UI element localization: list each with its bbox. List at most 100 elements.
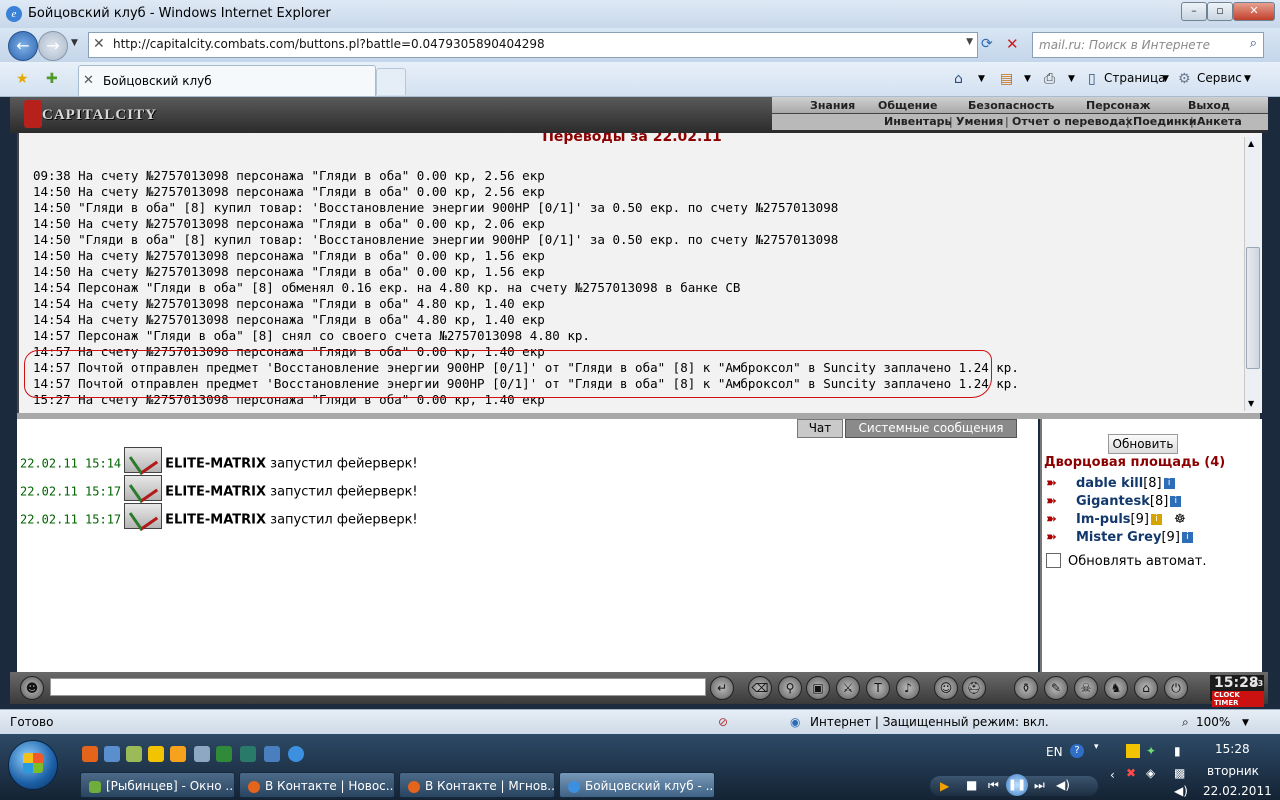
taskbar-item[interactable]: [Рыбинцев] - Окно ... <box>80 772 235 798</box>
save-icon[interactable]: ▣ <box>806 676 830 700</box>
media-stop-icon[interactable]: ■ <box>966 778 977 792</box>
back-button[interactable]: ← <box>8 31 38 61</box>
favorites-star-icon[interactable]: ★ <box>16 71 29 87</box>
popup-blocker-icon[interactable]: ⊘ <box>718 715 728 729</box>
chat-user[interactable]: ELITE-MATRIX <box>165 513 266 528</box>
media-next-icon[interactable]: ⏭ <box>1034 778 1045 793</box>
clear-icon[interactable]: ⌫ <box>748 676 772 700</box>
feeds-icon[interactable]: ▤ <box>1000 71 1013 87</box>
tray-alert-icon[interactable]: ✖ <box>1126 766 1136 780</box>
media-pause-icon[interactable]: ❚❚ <box>1006 774 1028 796</box>
scroll-icon[interactable]: ✎ <box>1044 676 1068 700</box>
auto-refresh-checkbox[interactable] <box>1046 553 1061 568</box>
player-name[interactable]: Im-puls <box>1076 512 1131 527</box>
excel-quicklaunch-icon[interactable] <box>216 746 232 762</box>
private-message-icon[interactable]: ➽ <box>1046 494 1066 509</box>
home-icon[interactable]: ⌂ <box>954 71 963 87</box>
history-dropdown-icon[interactable]: ▼ <box>71 38 78 48</box>
app-quicklaunch-icon[interactable] <box>240 746 256 762</box>
close-button[interactable]: ✕ <box>1233 2 1275 21</box>
menu-character[interactable]: Персонаж <box>1086 99 1151 112</box>
home-game-icon[interactable]: ⌂ <box>1134 676 1158 700</box>
chat-input[interactable] <box>50 678 706 696</box>
search-box[interactable]: mail.ru: Поиск в Интернете ⌕ <box>1032 32 1264 58</box>
sound-icon[interactable]: ♪ <box>896 676 920 700</box>
bag-icon[interactable]: ⚱ <box>1014 676 1038 700</box>
taskbar-item[interactable]: В Контакте | Новос... <box>239 772 395 798</box>
desktop-quicklaunch-icon[interactable] <box>104 746 120 762</box>
filter-icon[interactable]: ⚲ <box>778 676 802 700</box>
mask-icon[interactable]: ☠ <box>1074 676 1098 700</box>
scroll-up-icon[interactable]: ▲ <box>1248 139 1254 148</box>
submenu-transfer-report[interactable]: Отчет о переводах <box>1012 115 1133 128</box>
tab-system-messages[interactable]: Системные сообщения <box>845 419 1017 438</box>
private-message-icon[interactable]: ➽ <box>1046 530 1066 545</box>
send-icon[interactable]: ↵ <box>710 676 734 700</box>
search-placeholder[interactable]: mail.ru: Поиск в Интернете <box>1039 38 1210 52</box>
network-quicklaunch-icon[interactable] <box>126 746 142 762</box>
chat-user[interactable]: ELITE-MATRIX <box>165 457 266 472</box>
minimize-button[interactable]: – <box>1181 2 1207 21</box>
media-quicklaunch-icon[interactable] <box>170 746 186 762</box>
info-icon[interactable]: i <box>1170 496 1182 507</box>
media-prev-icon[interactable]: ⏮ <box>988 778 999 793</box>
tray-date[interactable]: 22.02.2011 <box>1203 784 1272 798</box>
page-dropdown-icon[interactable]: ▼ <box>1162 74 1169 84</box>
helmet-icon[interactable]: ⛑ <box>962 676 986 700</box>
service-menu[interactable]: Сервис <box>1197 71 1242 85</box>
exit-icon[interactable]: ⏻ <box>1164 676 1188 700</box>
tab-active[interactable]: ✕ Бойцовский клуб <box>78 65 376 96</box>
info-icon[interactable]: i <box>1181 532 1193 543</box>
player-name[interactable]: Mister Grey <box>1076 530 1161 545</box>
player-name[interactable]: Gigantesk <box>1076 494 1150 509</box>
submenu-inventory[interactable]: Инвентарь <box>884 115 951 128</box>
page-menu[interactable]: Страница <box>1104 71 1166 85</box>
tray-expand-icon[interactable]: ‹ <box>1110 768 1115 782</box>
firefox-quicklaunch-icon[interactable] <box>82 746 98 762</box>
knight-icon[interactable]: ♞ <box>1104 676 1128 700</box>
maximize-button[interactable]: ▫ <box>1207 2 1233 21</box>
print-dropdown-icon[interactable]: ▼ <box>1068 74 1075 84</box>
help-icon[interactable]: ? <box>1070 744 1084 758</box>
refresh-button[interactable]: Обновить <box>1108 434 1178 454</box>
forward-button[interactable]: → <box>38 31 68 61</box>
security-zone[interactable]: Интернет | Защищенный режим: вкл. <box>810 715 1049 729</box>
add-favorite-icon[interactable]: ✚ <box>46 71 58 87</box>
address-dropdown-icon[interactable]: ▼ <box>966 37 973 47</box>
ie-quicklaunch-icon[interactable] <box>288 746 304 762</box>
tab-chat[interactable]: Чат <box>797 419 843 438</box>
address-bar[interactable]: ✕ http://capitalcity.combats.com/buttons… <box>88 32 978 58</box>
new-tab-button[interactable] <box>376 68 406 95</box>
home-dropdown-icon[interactable]: ▼ <box>978 74 985 84</box>
zoom-dropdown-icon[interactable]: ▼ <box>1242 718 1249 728</box>
icq-tray-icon[interactable] <box>1126 744 1140 758</box>
media-volume-icon[interactable]: ◀) <box>1056 778 1070 792</box>
service-dropdown-icon[interactable]: ▼ <box>1244 74 1251 84</box>
fight-icon[interactable]: ⚔ <box>836 676 860 700</box>
menu-security[interactable]: Безопасность <box>968 99 1054 112</box>
info-icon[interactable]: i <box>1163 478 1175 489</box>
submenu-skills[interactable]: Умения <box>956 115 1003 128</box>
tray-day[interactable]: вторник <box>1207 764 1259 778</box>
smiley-icon[interactable]: ☺ <box>934 676 958 700</box>
network-tray-icon[interactable]: ◈ <box>1146 766 1155 780</box>
menu-exit[interactable]: Выход <box>1188 99 1230 112</box>
icq-quicklaunch-icon[interactable] <box>148 746 164 762</box>
zoom-level[interactable]: 100% <box>1196 715 1230 729</box>
menu-knowledge[interactable]: Знания <box>810 99 855 112</box>
address-url[interactable]: http://capitalcity.combats.com/buttons.p… <box>113 37 545 51</box>
chat-user[interactable]: ELITE-MATRIX <box>165 485 266 500</box>
player-name[interactable]: dable kill <box>1076 476 1143 491</box>
private-message-icon[interactable]: ➽ <box>1046 476 1066 491</box>
search-icon[interactable]: ⌕ <box>1250 36 1257 51</box>
battery-icon[interactable]: ▮ <box>1174 744 1181 758</box>
language-indicator[interactable]: EN <box>1046 745 1063 759</box>
menu-communication[interactable]: Общение <box>878 99 937 112</box>
taskbar-dropdown-icon[interactable]: ▾ <box>1094 742 1099 752</box>
tray-icon-2[interactable]: ▩ <box>1174 766 1185 780</box>
stop-icon[interactable]: ✕ <box>1006 35 1019 53</box>
private-message-icon[interactable]: ➽ <box>1046 512 1066 527</box>
submenu-fights[interactable]: Поединки <box>1133 115 1197 128</box>
media-player-icon[interactable]: ▶ <box>940 779 949 793</box>
calculator-quicklaunch-icon[interactable] <box>194 746 210 762</box>
